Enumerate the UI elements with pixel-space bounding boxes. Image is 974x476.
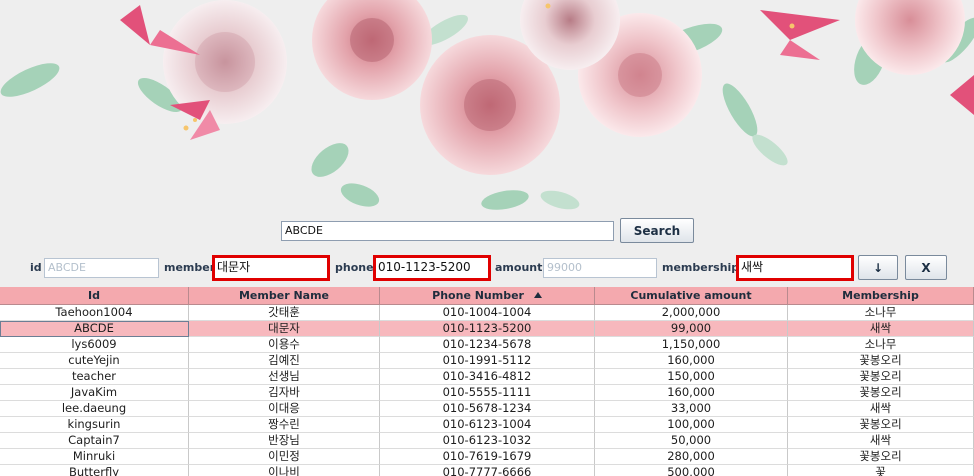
cell-cumulative-amount[interactable]: 160,000 (595, 353, 788, 369)
cell-cumulative-amount[interactable]: 500,000 (595, 465, 788, 476)
cell-id[interactable]: kingsurin (0, 417, 189, 433)
cell-membership[interactable]: 꽃봉오리 (788, 353, 974, 369)
search-button[interactable]: Search (620, 218, 694, 243)
cell-phone-number[interactable]: 010-6123-1032 (380, 433, 595, 449)
member-name-field[interactable]: 대문자 (212, 255, 330, 281)
search-input[interactable]: ABCDE (281, 221, 614, 241)
cell-cumulative-amount[interactable]: 99,000 (595, 321, 788, 337)
cell-cumulative-amount[interactable]: 1,150,000 (595, 337, 788, 353)
cell-membership[interactable]: 꽃봉오리 (788, 417, 974, 433)
amount-field[interactable]: 99000 (543, 258, 657, 278)
column-header-cumulative-amount[interactable]: Cumulative amount (595, 287, 788, 305)
table-body: Taehoon1004 갓태훈 010-1004-1004 2,000,000 소나무 A… (0, 305, 974, 476)
floral-banner-image (0, 0, 974, 215)
cell-cumulative-amount[interactable]: 100,000 (595, 417, 788, 433)
cell-phone-number[interactable]: 010-1004-1004 (380, 305, 595, 321)
sort-ascending-icon (533, 292, 542, 298)
cell-membership[interactable]: 새싹 (788, 401, 974, 417)
cell-phone-number[interactable]: 010-5678-1234 (380, 401, 595, 417)
cell-member-name[interactable]: 짱수린 (189, 417, 380, 433)
cell-phone-number[interactable]: 010-5555-1111 (380, 385, 595, 401)
table-row[interactable]: JavaKim 김자바 010-5555-1111 160,000 꽃봉오리 (0, 385, 974, 401)
id-label: id (30, 261, 42, 274)
cell-id[interactable]: cuteYejin (0, 353, 189, 369)
cell-phone-number[interactable]: 010-7619-1679 (380, 449, 595, 465)
cell-member-name[interactable]: 갓태훈 (189, 305, 380, 321)
cell-id[interactable]: Captain7 (0, 433, 189, 449)
cell-membership[interactable]: 새싹 (788, 433, 974, 449)
cell-cumulative-amount[interactable]: 280,000 (595, 449, 788, 465)
column-header-phone-number[interactable]: Phone Number (380, 287, 595, 305)
cell-member-name[interactable]: 반장님 (189, 433, 380, 449)
clear-button[interactable]: X (905, 255, 947, 280)
column-header-membership[interactable]: Membership (788, 287, 974, 305)
cell-membership[interactable]: 새싹 (788, 321, 974, 337)
cell-member-name[interactable]: 이대응 (189, 401, 380, 417)
column-header-phone-label: Phone Number (432, 289, 524, 302)
cell-id[interactable]: lee.daeung (0, 401, 189, 417)
column-header-member-name[interactable]: Member Name (189, 287, 380, 305)
cell-membership[interactable]: 꽃봉오리 (788, 385, 974, 401)
cell-member-name[interactable]: 대문자 (189, 321, 380, 337)
cell-phone-number[interactable]: 010-6123-1004 (380, 417, 595, 433)
down-arrow-button[interactable]: ↓ (858, 255, 898, 280)
amount-label: amount (495, 261, 543, 274)
cell-phone-number[interactable]: 010-7777-6666 (380, 465, 595, 476)
table-row[interactable]: cuteYejin 김예진 010-1991-5112 160,000 꽃봉오리 (0, 353, 974, 369)
cell-id[interactable]: JavaKim (0, 385, 189, 401)
cell-id[interactable]: lys6009 (0, 337, 189, 353)
table-row[interactable]: teacher 선생님 010-3416-4812 150,000 꽃봉오리 (0, 369, 974, 385)
table-header: Id Member Name Phone Number Cumulative a… (0, 287, 974, 305)
table-row[interactable]: ABCDE 대문자 010-1123-5200 99,000 새싹 (0, 321, 974, 337)
id-field[interactable]: ABCDE (44, 258, 159, 278)
cell-member-name[interactable]: 이민정 (189, 449, 380, 465)
member-label: member (164, 261, 216, 274)
cell-phone-number[interactable]: 010-1234-5678 (380, 337, 595, 353)
cell-id[interactable]: teacher (0, 369, 189, 385)
cell-cumulative-amount[interactable]: 160,000 (595, 385, 788, 401)
cell-member-name[interactable]: 김자바 (189, 385, 380, 401)
cell-membership[interactable]: 꽃봉오리 (788, 369, 974, 385)
cell-cumulative-amount[interactable]: 33,000 (595, 401, 788, 417)
table-row[interactable]: Captain7 반장님 010-6123-1032 50,000 새싹 (0, 433, 974, 449)
cell-id[interactable]: Butterfly (0, 465, 189, 476)
column-header-id[interactable]: Id (0, 287, 189, 305)
membership-label: membership (662, 261, 740, 274)
table-row[interactable]: lee.daeung 이대응 010-5678-1234 33,000 새싹 (0, 401, 974, 417)
cell-membership[interactable]: 꽃봉오리 (788, 449, 974, 465)
cell-member-name[interactable]: 김예진 (189, 353, 380, 369)
phone-label: phone (335, 261, 374, 274)
cell-membership[interactable]: 소나무 (788, 337, 974, 353)
members-table[interactable]: Id Member Name Phone Number Cumulative a… (0, 287, 974, 476)
cell-id[interactable]: Taehoon1004 (0, 305, 189, 321)
table-row[interactable]: Minruki 이민정 010-7619-1679 280,000 꽃봉오리 (0, 449, 974, 465)
table-row[interactable]: Butterfly 이나비 010-7777-6666 500,000 꽃 (0, 465, 974, 476)
cell-membership[interactable]: 소나무 (788, 305, 974, 321)
table-row[interactable]: lys6009 이용수 010-1234-5678 1,150,000 소나무 (0, 337, 974, 353)
cell-cumulative-amount[interactable]: 150,000 (595, 369, 788, 385)
phone-field[interactable]: 010-1123-5200 (373, 255, 491, 281)
cell-cumulative-amount[interactable]: 2,000,000 (595, 305, 788, 321)
cell-member-name[interactable]: 이나비 (189, 465, 380, 476)
cell-phone-number[interactable]: 010-3416-4812 (380, 369, 595, 385)
cell-member-name[interactable]: 이용수 (189, 337, 380, 353)
cell-phone-number[interactable]: 010-1991-5112 (380, 353, 595, 369)
cell-membership[interactable]: 꽃 (788, 465, 974, 476)
cell-id[interactable]: Minruki (0, 449, 189, 465)
membership-field[interactable]: 새싹 (736, 255, 854, 281)
cell-id[interactable]: ABCDE (0, 321, 189, 337)
cell-phone-number[interactable]: 010-1123-5200 (380, 321, 595, 337)
table-row[interactable]: Taehoon1004 갓태훈 010-1004-1004 2,000,000 소나무 (0, 305, 974, 321)
table-row[interactable]: kingsurin 짱수린 010-6123-1004 100,000 꽃봉오리 (0, 417, 974, 433)
cell-cumulative-amount[interactable]: 50,000 (595, 433, 788, 449)
cell-member-name[interactable]: 선생님 (189, 369, 380, 385)
